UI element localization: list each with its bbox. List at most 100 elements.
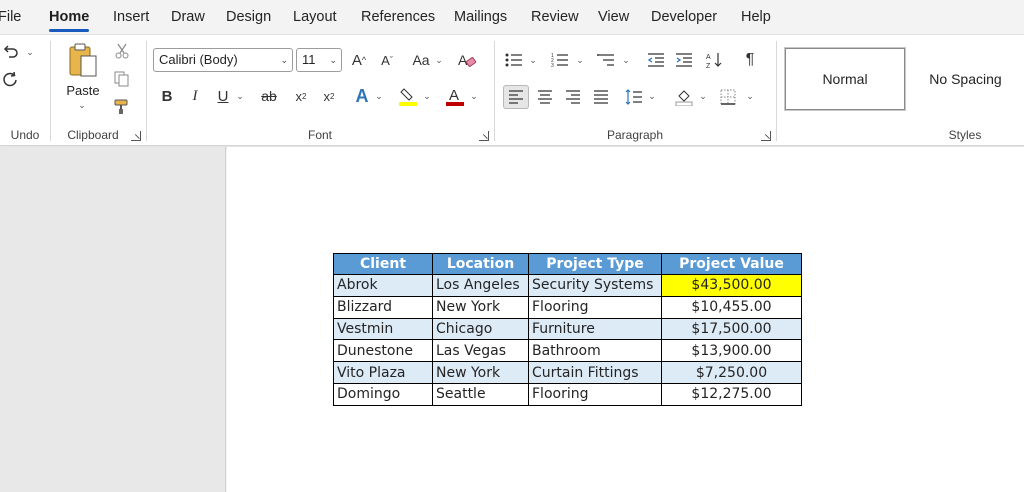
- chevron-down-icon[interactable]: ⌄: [647, 89, 657, 103]
- menu-design[interactable]: Design: [226, 0, 271, 34]
- menu-view[interactable]: View: [598, 0, 629, 34]
- increase-indent-icon[interactable]: [673, 49, 695, 71]
- format-painter-brush-icon[interactable]: [111, 97, 133, 117]
- sort-icon[interactable]: AZ: [703, 49, 725, 71]
- header-project-type[interactable]: Project Type: [528, 253, 662, 275]
- align-center-icon[interactable]: [533, 85, 557, 109]
- table-cell[interactable]: $10,455.00: [661, 295, 802, 319]
- shrink-font-icon[interactable]: Aˇ: [375, 49, 399, 71]
- table-row: Dunestone Las Vegas Bathroom $13,900.00: [333, 339, 802, 363]
- project-table[interactable]: Client Location Project Type Project Val…: [333, 253, 802, 406]
- font-name-value: Calibri (Body): [159, 52, 238, 67]
- header-location[interactable]: Location: [432, 253, 529, 275]
- chevron-down-icon[interactable]: ⌄: [528, 53, 538, 67]
- table-cell[interactable]: Vito Plaza: [333, 361, 433, 384]
- align-left-icon[interactable]: [503, 85, 529, 109]
- table-cell[interactable]: Flooring: [528, 382, 662, 406]
- chevron-down-icon[interactable]: ⌄: [374, 89, 384, 103]
- table-cell[interactable]: Security Systems: [528, 274, 662, 297]
- table-cell[interactable]: Dunestone: [333, 339, 433, 363]
- table-cell[interactable]: Flooring: [528, 295, 662, 319]
- line-spacing-icon[interactable]: [623, 85, 645, 109]
- chevron-down-icon[interactable]: ⌄: [621, 53, 631, 67]
- table-cell[interactable]: Los Angeles: [432, 274, 529, 297]
- table-cell[interactable]: $13,900.00: [661, 339, 802, 363]
- table-cell[interactable]: New York: [432, 295, 529, 319]
- justify-icon[interactable]: [589, 85, 613, 109]
- table-cell[interactable]: New York: [432, 361, 529, 384]
- menu-help[interactable]: Help: [741, 0, 771, 34]
- clear-formatting-icon[interactable]: A: [455, 49, 479, 71]
- menu-file[interactable]: File: [0, 0, 21, 34]
- menu-home[interactable]: Home: [49, 0, 90, 34]
- menu-layout[interactable]: Layout: [293, 0, 337, 34]
- strikethrough-icon[interactable]: ab: [257, 85, 281, 107]
- chevron-down-icon[interactable]: ⌄: [434, 53, 444, 67]
- chevron-down-icon[interactable]: ⌄: [745, 89, 755, 103]
- table-cell[interactable]: Furniture: [528, 317, 662, 341]
- change-case-icon[interactable]: Aa: [407, 49, 435, 71]
- chevron-down-icon[interactable]: ⌄: [575, 53, 585, 67]
- menu-insert[interactable]: Insert: [113, 0, 149, 34]
- table-cell[interactable]: Curtain Fittings: [528, 361, 662, 384]
- font-name-combobox[interactable]: Calibri (Body) ⌄: [153, 48, 293, 72]
- chevron-down-icon[interactable]: ⌄: [469, 89, 479, 103]
- clipboard-group: Paste ⌄ Clipboard: [51, 35, 145, 147]
- table-cell[interactable]: $12,275.00: [661, 382, 802, 406]
- grow-font-icon[interactable]: A ^: [347, 49, 371, 71]
- paste-dropdown-chevron-icon[interactable]: ⌄: [75, 99, 89, 111]
- table-cell[interactable]: Abrok: [333, 274, 433, 297]
- table-cell[interactable]: Vestmin: [333, 317, 433, 341]
- text-effects-icon[interactable]: A: [351, 85, 373, 107]
- font-size-combobox[interactable]: 11 ⌄: [296, 48, 342, 72]
- redo-icon[interactable]: [0, 69, 22, 91]
- multilevel-list-icon[interactable]: [595, 49, 617, 71]
- header-client[interactable]: Client: [333, 253, 433, 275]
- bold-icon[interactable]: B: [157, 85, 177, 107]
- font-color-icon[interactable]: A: [444, 85, 466, 107]
- table-cell[interactable]: Chicago: [432, 317, 529, 341]
- paste-clipboard-icon[interactable]: [65, 41, 101, 81]
- decrease-indent-icon[interactable]: [645, 49, 667, 71]
- paragraph-dialog-launcher-icon[interactable]: [761, 131, 771, 141]
- undo-group-label: Undo: [10, 128, 40, 142]
- chevron-down-icon[interactable]: ⌄: [422, 89, 432, 103]
- menu-references[interactable]: References: [361, 0, 435, 34]
- menu-draw[interactable]: Draw: [171, 0, 205, 34]
- table-cell[interactable]: Las Vegas: [432, 339, 529, 363]
- style-normal[interactable]: Normal: [785, 48, 905, 110]
- header-project-value[interactable]: Project Value: [661, 253, 802, 275]
- undo-icon[interactable]: [0, 41, 22, 63]
- table-cell[interactable]: $7,250.00: [661, 361, 802, 384]
- paste-button[interactable]: Paste: [65, 83, 101, 98]
- undo-dropdown-chevron-icon[interactable]: ⌄: [24, 45, 36, 59]
- menu-mailings[interactable]: Mailings: [454, 0, 507, 34]
- underline-icon[interactable]: U: [213, 85, 233, 107]
- table-cell[interactable]: $17,500.00: [661, 317, 802, 341]
- table-cell[interactable]: Domingo: [333, 382, 433, 406]
- menu-developer[interactable]: Developer: [651, 0, 717, 34]
- shading-bucket-icon[interactable]: [673, 85, 695, 109]
- table-cell-highlighted[interactable]: $43,500.00: [661, 274, 802, 297]
- align-right-icon[interactable]: [561, 85, 585, 109]
- chevron-down-icon[interactable]: ⌄: [235, 89, 245, 103]
- style-no-spacing[interactable]: No Spacing: [907, 48, 1024, 110]
- table-cell[interactable]: Blizzard: [333, 295, 433, 319]
- text-highlight-color-icon[interactable]: [397, 85, 419, 107]
- menu-review[interactable]: Review: [531, 0, 579, 34]
- copy-icon[interactable]: [111, 69, 133, 89]
- bullets-icon[interactable]: [503, 49, 525, 71]
- numbering-icon[interactable]: 123: [549, 49, 571, 71]
- clipboard-dialog-launcher-icon[interactable]: [131, 131, 141, 141]
- cut-scissors-icon[interactable]: [111, 41, 133, 61]
- chevron-down-icon[interactable]: ⌄: [698, 89, 708, 103]
- table-header-row: Client Location Project Type Project Val…: [333, 253, 802, 275]
- table-cell[interactable]: Bathroom: [528, 339, 662, 363]
- borders-icon[interactable]: [717, 85, 739, 109]
- show-formatting-marks-icon[interactable]: ¶: [739, 49, 761, 71]
- subscript-icon[interactable]: x2: [291, 85, 311, 107]
- table-cell[interactable]: Seattle: [432, 382, 529, 406]
- superscript-icon[interactable]: x2: [319, 85, 339, 107]
- font-dialog-launcher-icon[interactable]: [479, 131, 489, 141]
- italic-icon[interactable]: I: [185, 85, 205, 107]
